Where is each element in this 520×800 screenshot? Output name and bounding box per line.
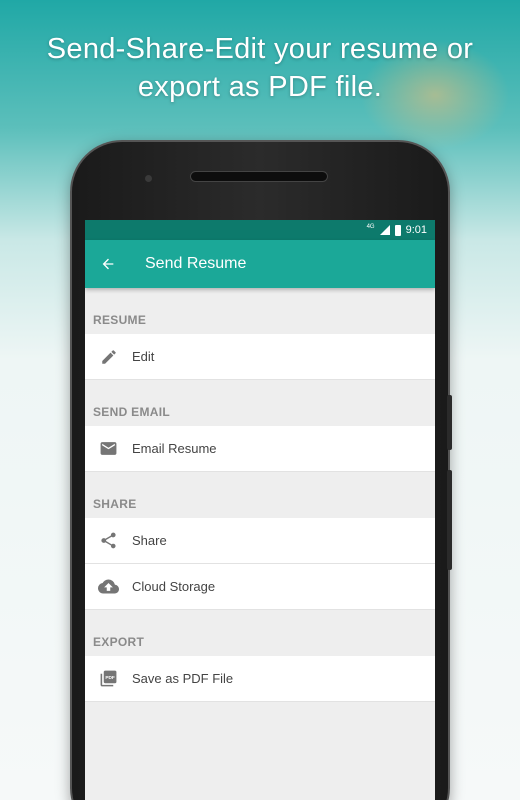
status-time: 9:01	[405, 224, 427, 236]
menu-item-edit[interactable]: Edit	[85, 334, 435, 380]
battery-icon	[394, 224, 401, 236]
promo-line-2: export as PDF file.	[137, 71, 383, 103]
svg-text:PDF: PDF	[105, 675, 115, 681]
section-header-share: SHARE	[93, 497, 137, 511]
menu-item-label: Edit	[132, 349, 155, 364]
menu-item-email-resume[interactable]: Email Resume	[85, 426, 435, 472]
envelope-icon	[85, 439, 132, 458]
pencil-icon	[85, 348, 132, 366]
promo-headline: Send-Share-Edit your resume or export as…	[0, 30, 520, 106]
status-bar: 4G 9:01	[85, 220, 435, 240]
earpiece-speaker	[190, 171, 328, 182]
section-header-resume: RESUME	[93, 313, 147, 327]
menu-item-label: Email Resume	[132, 441, 217, 456]
menu-item-label: Cloud Storage	[132, 579, 216, 594]
back-button[interactable]	[85, 240, 131, 288]
page-title: Send Resume	[145, 255, 247, 272]
phone-screen: 4G 9:01 Send Resume RESUME Edit SEND EMA…	[85, 220, 435, 800]
section-header-export: EXPORT	[93, 635, 145, 649]
menu-item-label: Share	[132, 533, 167, 548]
front-camera	[145, 175, 152, 182]
menu-item-cloud-storage[interactable]: Cloud Storage	[85, 564, 435, 610]
promo-line-1: Send-Share-Edit your resume or	[46, 33, 474, 65]
section-header-send-email: SEND EMAIL	[93, 405, 171, 419]
menu-item-save-pdf[interactable]: PDF Save as PDF File	[85, 656, 435, 702]
app-bar: Send Resume	[85, 240, 435, 288]
arrow-back-icon	[100, 256, 116, 272]
signal-icon	[379, 225, 390, 235]
pdf-icon: PDF	[85, 669, 132, 688]
cloud-upload-icon	[85, 576, 132, 597]
share-icon	[85, 531, 132, 550]
menu-item-label: Save as PDF File	[132, 671, 234, 686]
network-type: 4G	[366, 224, 375, 230]
menu-item-share[interactable]: Share	[85, 518, 435, 564]
power-button	[447, 470, 452, 570]
volume-button	[447, 395, 452, 450]
